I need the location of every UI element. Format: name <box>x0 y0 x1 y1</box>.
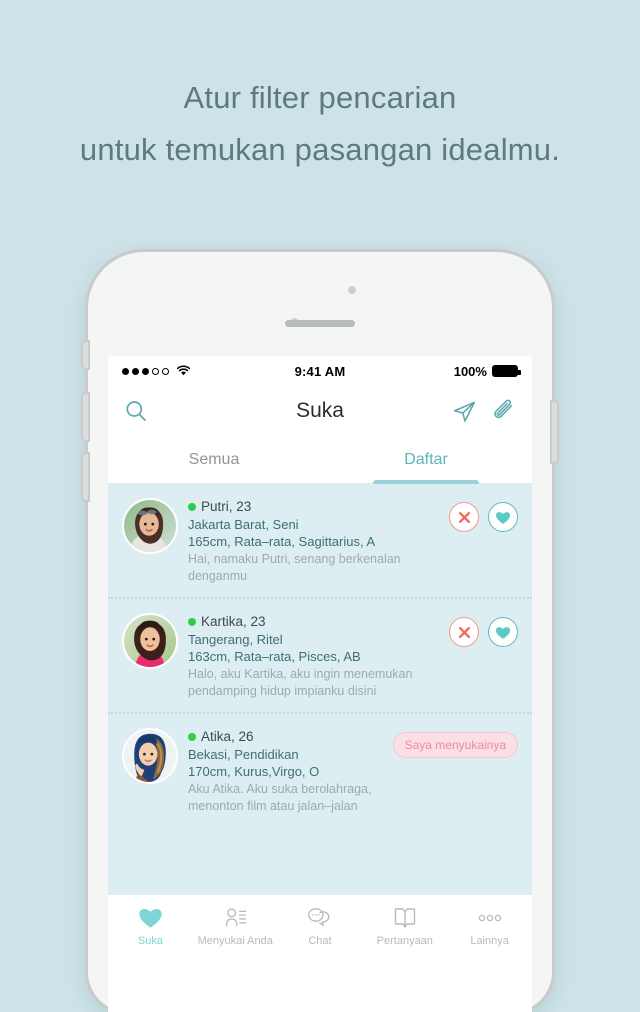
profile-bio: Hai, namaku Putri, senang berkenalan den… <box>188 552 401 583</box>
tabbar-label-pertanyaan: Pertanyaan <box>376 934 433 947</box>
profile-details: 165cm, Rata–rata, Sagittarius, A <box>188 534 376 549</box>
profile-name-row: Atika, 26 <box>188 729 387 744</box>
wifi-icon <box>176 364 191 379</box>
tabbar-item-suka[interactable]: Suka <box>108 905 193 947</box>
profile-info: Putri, 23 Jakarta Barat, Seni 165cm, Rat… <box>188 498 443 585</box>
list-item[interactable]: Atika, 26 Bekasi, Pendidikan 170cm, Kuru… <box>108 712 532 827</box>
heart-filled-icon <box>138 905 163 931</box>
profile-info: Kartika, 23 Tangerang, Ritel 163cm, Rata… <box>188 613 443 700</box>
tab-daftar-label: Daftar <box>404 450 448 468</box>
battery-full-icon <box>491 365 521 377</box>
tabbar-label-lainnya: Lainnya <box>470 934 509 947</box>
tabbar-label-suka: Suka <box>137 934 163 947</box>
signal-dots-icon <box>142 367 149 375</box>
profile-name-age: Atika, 26 <box>201 729 254 744</box>
tabbar-item-lainnya[interactable]: Lainnya <box>447 905 532 947</box>
profile-name-age: Putri, 23 <box>201 499 252 514</box>
phone-screen: 9:41 AM 100% Suka Semua Daftar Putri, 23… <box>108 356 532 1012</box>
phone-mockup: 9:41 AM 100% Suka Semua Daftar Putri, 23… <box>83 252 557 1012</box>
status-bar: 9:41 AM 100% <box>108 356 532 386</box>
app-navbar: Suka <box>108 386 532 436</box>
status-bar-right: 100% <box>387 363 521 379</box>
person-list-icon <box>223 905 248 931</box>
profile-location-job: Tangerang, Ritel <box>188 632 283 647</box>
navbar-right <box>452 399 516 424</box>
profile-location-job: Jakarta Barat, Seni <box>188 517 299 532</box>
bottom-tab-bar: Suka Menyukai Anda Chat Pertanyaan Lainn… <box>108 894 532 956</box>
paperclip-icon[interactable] <box>491 399 516 424</box>
tab-semua-label: Semua <box>188 450 240 468</box>
tab-semua[interactable]: Semua <box>108 436 320 483</box>
headline-line-1: Atur filter pencarian <box>183 80 457 115</box>
status-bar-clock: 9:41 AM <box>294 363 346 379</box>
send-paper-plane-icon[interactable] <box>452 399 477 424</box>
online-status-icon <box>188 732 196 741</box>
online-status-icon <box>188 617 196 626</box>
search-icon[interactable] <box>124 399 148 423</box>
tabbar-label-menyukai-anda: Menyukai Anda <box>197 934 273 947</box>
avatar[interactable] <box>122 613 178 669</box>
like-button[interactable] <box>488 502 518 532</box>
phone-silent-switch[interactable] <box>83 342 88 368</box>
profile-actions <box>449 613 518 647</box>
list-item[interactable]: Putri, 23 Jakarta Barat, Seni 165cm, Rat… <box>108 484 532 597</box>
page-headline: Atur filter pencarian untuk temukan pasa… <box>0 72 640 176</box>
battery-percent-label: 100% <box>453 363 487 379</box>
profile-bio: Aku Atika. Aku suka berolahraga, menonto… <box>188 782 372 813</box>
profile-actions <box>449 498 518 532</box>
profile-details: 170cm, Kurus,Virgo, O <box>188 764 320 779</box>
avatar[interactable] <box>122 498 178 554</box>
signal-dots-icon <box>132 367 139 375</box>
phone-earpiece-speaker <box>285 320 355 327</box>
phone-volume-up-button[interactable] <box>83 394 88 440</box>
status-badge: Saya menyukainya <box>392 732 518 758</box>
reject-button[interactable] <box>449 502 479 532</box>
tabbar-item-chat[interactable]: Chat <box>278 905 363 947</box>
phone-proximity-sensor <box>348 286 356 294</box>
open-book-icon <box>393 905 417 931</box>
tab-daftar[interactable]: Daftar <box>320 436 532 483</box>
profile-location-job: Bekasi, Pendidikan <box>188 747 299 762</box>
avatar[interactable] <box>122 728 178 784</box>
phone-power-button[interactable] <box>552 402 557 462</box>
signal-dots-icon <box>162 367 169 375</box>
tabbar-label-chat: Chat <box>308 934 332 947</box>
status-bar-left <box>122 364 253 379</box>
profile-name-age: Kartika, 23 <box>201 614 266 629</box>
list-item[interactable]: Kartika, 23 Tangerang, Ritel 163cm, Rata… <box>108 597 532 712</box>
profile-name-row: Kartika, 23 <box>188 614 443 629</box>
tabbar-item-pertanyaan[interactable]: Pertanyaan <box>362 905 447 947</box>
reject-button[interactable] <box>449 617 479 647</box>
like-button[interactable] <box>488 617 518 647</box>
online-status-icon <box>188 502 196 511</box>
tabbar-item-menyukai-anda[interactable]: Menyukai Anda <box>193 905 278 947</box>
signal-dots-icon <box>152 367 159 375</box>
headline-line-2: untuk temukan pasangan idealmu. <box>79 132 561 167</box>
phone-volume-down-button[interactable] <box>83 454 88 500</box>
profile-info: Atika, 26 Bekasi, Pendidikan 170cm, Kuru… <box>188 728 387 815</box>
segmented-tabs: Semua Daftar <box>108 436 532 484</box>
chat-bubbles-icon <box>307 905 332 931</box>
more-dots-icon <box>477 905 503 931</box>
profile-name-row: Putri, 23 <box>188 499 443 514</box>
profile-list[interactable]: Putri, 23 Jakarta Barat, Seni 165cm, Rat… <box>108 484 532 894</box>
profile-bio: Halo, aku Kartika, aku ingin menemukan p… <box>188 667 413 698</box>
signal-dots-icon <box>122 367 129 375</box>
profile-details: 163cm, Rata–rata, Pisces, AB <box>188 649 361 664</box>
navbar-left <box>124 399 148 423</box>
